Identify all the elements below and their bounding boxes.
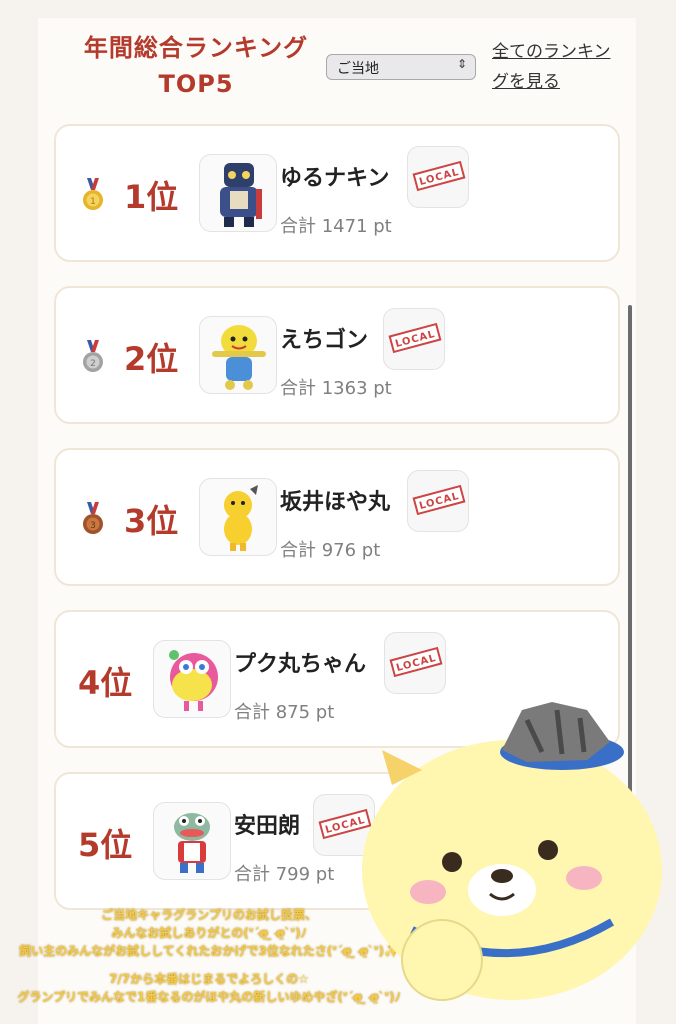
ranking-card[interactable]: 1 1位 ゆるナキン 合計 1471 pt LOCAL	[54, 124, 620, 262]
points-total: 合計 875 pt	[234, 702, 335, 723]
local-stamp-icon: LOCAL	[412, 160, 466, 192]
caption-line: ご当地キャラグランプリのお試し投票、	[101, 908, 317, 922]
chevron-updown-icon: ⇕	[456, 57, 467, 71]
character-image	[199, 316, 277, 394]
caption-line: 7/7から本番はじまるでよろしくの☆	[109, 972, 309, 986]
silver-medal-icon: 2	[83, 340, 103, 372]
rank-label: 2位	[124, 340, 179, 378]
character-image	[199, 154, 277, 232]
character-image	[153, 802, 231, 880]
rank-label: 5位	[78, 826, 133, 864]
local-badge: LOCAL	[407, 470, 469, 532]
character-name: えちゴン	[280, 328, 369, 353]
local-stamp-icon: LOCAL	[389, 646, 443, 678]
points-total: 合計 799 pt	[234, 864, 335, 885]
character-name: 安田朗	[234, 814, 301, 839]
title-line-1: 年間総合ランキング	[83, 34, 309, 62]
category-select[interactable]: ご当地 ⇕	[326, 54, 476, 80]
title-line-2: TOP5	[158, 70, 234, 98]
overlay-caption: ご当地キャラグランプリのお試し投票、 みんなお試しありがとの(ᐡˊo̴̶̷̤ ̫…	[14, 906, 404, 1006]
points-total: 合計 976 pt	[280, 540, 381, 561]
rank-label: 1位	[124, 178, 179, 216]
local-badge: LOCAL	[407, 146, 469, 208]
local-stamp-icon: LOCAL	[412, 484, 466, 516]
character-name: プク丸ちゃん	[234, 652, 367, 677]
caption-line: グランプリでみんなで1番なるのがほや丸の新しいゆめやざ(ᐡˊo̴̶̷̤ ̫ o̴…	[17, 990, 401, 1004]
ranking-card[interactable]: 3 3位 坂井ほや丸 合計 976 pt LOCAL	[54, 448, 620, 586]
ranking-card[interactable]: 2 2位 えちゴン 合計 1363 pt LOCAL	[54, 286, 620, 424]
character-image	[153, 640, 231, 718]
local-badge: LOCAL	[384, 632, 446, 694]
rank-label: 3位	[124, 502, 179, 540]
points-total: 合計 1363 pt	[280, 378, 392, 399]
mascot-sticker-icon	[362, 702, 662, 1001]
category-select-value: ご当地	[337, 61, 379, 77]
rank-label: 4位	[78, 664, 133, 702]
character-image	[199, 478, 277, 556]
caption-line: みんなお試しありがとの(ᐡˊo̴̶̷̤ ̫ o̴̶̷̤ˋᐡ)ﾉ	[111, 926, 307, 940]
caption-line: 飼い主のみんながお試ししてくれたおかげで3位なれたさ(ᐡˊo̴̶̷̤ ̫ o̴̶…	[19, 944, 399, 958]
all-rankings-link[interactable]: 全てのランキングを見る	[492, 37, 614, 97]
svg-text:3: 3	[90, 521, 96, 531]
points-total: 合計 1471 pt	[280, 216, 392, 237]
local-stamp-icon: LOCAL	[388, 322, 442, 354]
local-badge: LOCAL	[383, 308, 445, 370]
character-name: ゆるナキン	[280, 166, 390, 191]
character-name: 坂井ほや丸	[280, 490, 391, 515]
svg-text:1: 1	[90, 197, 96, 207]
page-title: 年間総合ランキング TOP5	[60, 30, 332, 102]
bronze-medal-icon: 3	[83, 502, 103, 534]
svg-text:2: 2	[90, 359, 96, 369]
gold-medal-icon: 1	[83, 178, 103, 210]
